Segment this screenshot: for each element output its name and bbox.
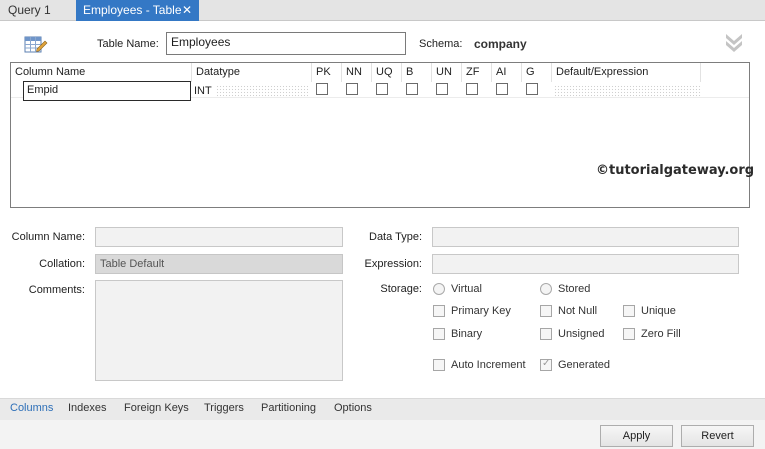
- comments-textarea[interactable]: [95, 280, 343, 381]
- column-header-b[interactable]: B: [402, 63, 432, 82]
- tab-partitioning[interactable]: Partitioning: [261, 402, 316, 414]
- tab-employees-table[interactable]: Employees - Table ✕: [76, 0, 199, 21]
- b-checkbox[interactable]: [406, 83, 418, 95]
- schema-label: Schema:: [419, 38, 463, 50]
- data-type-field[interactable]: [432, 227, 739, 247]
- column-header-nn[interactable]: NN: [342, 63, 372, 82]
- collation-label: Collation:: [39, 258, 85, 270]
- expression-label: Expression:: [364, 258, 422, 270]
- zero-fill-checkbox[interactable]: [623, 328, 635, 340]
- datatype-cell[interactable]: INT: [194, 85, 212, 97]
- collation-select[interactable]: Table Default: [95, 254, 343, 274]
- default-expression-cell[interactable]: [554, 85, 701, 97]
- close-icon[interactable]: ✕: [182, 0, 192, 21]
- storage-stored-label: Stored: [558, 283, 591, 295]
- column-header-uq[interactable]: UQ: [372, 63, 402, 82]
- tab-foreign-keys[interactable]: Foreign Keys: [124, 402, 189, 414]
- table-name-input[interactable]: Employees: [166, 32, 406, 55]
- un-checkbox[interactable]: [436, 83, 448, 95]
- storage-virtual-radio[interactable]: [433, 283, 445, 295]
- not-null-checkbox[interactable]: [540, 305, 552, 317]
- generated-checkbox[interactable]: [540, 358, 552, 371]
- ai-checkbox[interactable]: [496, 83, 508, 95]
- columns-grid[interactable]: Column Name Datatype PK NN UQ B UN ZF AI…: [10, 62, 754, 208]
- unique-label: Unique: [641, 305, 676, 317]
- zero-fill-label: Zero Fill: [641, 328, 681, 340]
- column-header-ai[interactable]: AI: [492, 63, 522, 82]
- column-header-datatype[interactable]: Datatype: [192, 63, 312, 82]
- generated-label: Generated: [558, 359, 610, 371]
- zf-checkbox[interactable]: [466, 83, 478, 95]
- column-header-name[interactable]: Column Name: [11, 63, 192, 82]
- pk-checkbox[interactable]: [316, 83, 328, 95]
- storage-stored-radio[interactable]: [540, 283, 552, 295]
- bottom-tab-strip: [0, 398, 765, 420]
- unique-checkbox[interactable]: [623, 305, 635, 317]
- column-name-cell[interactable]: Empid: [23, 81, 191, 101]
- column-name-field[interactable]: [95, 227, 343, 247]
- primary-key-label: Primary Key: [451, 305, 511, 317]
- g-checkbox[interactable]: [526, 83, 538, 95]
- revert-button[interactable]: Revert: [681, 425, 754, 447]
- table-name-label: Table Name:: [97, 38, 159, 50]
- storage-label: Storage:: [380, 283, 422, 295]
- table-edit-icon: [23, 31, 49, 57]
- column-header-un[interactable]: UN: [432, 63, 462, 82]
- storage-virtual-label: Virtual: [451, 283, 482, 295]
- comments-label: Comments:: [28, 284, 85, 296]
- column-header-zf[interactable]: ZF: [462, 63, 492, 82]
- tab-columns[interactable]: Columns: [10, 402, 53, 414]
- watermark-text: ©tutorialgateway.org: [596, 163, 755, 178]
- expression-field[interactable]: [432, 254, 739, 274]
- binary-checkbox[interactable]: [433, 328, 445, 340]
- binary-label: Binary: [451, 328, 483, 340]
- not-null-label: Not Null: [558, 305, 598, 317]
- auto-increment-checkbox[interactable]: [433, 359, 445, 371]
- column-header-g[interactable]: G: [522, 63, 552, 82]
- schema-value: company: [474, 37, 527, 51]
- unsigned-label: Unsigned: [558, 328, 605, 340]
- tab-label: Employees - Table: [83, 3, 182, 17]
- uq-checkbox[interactable]: [376, 83, 388, 95]
- primary-key-checkbox[interactable]: [433, 305, 445, 317]
- nn-checkbox[interactable]: [346, 83, 358, 95]
- tab-options[interactable]: Options: [334, 402, 372, 414]
- double-chevron-down-icon[interactable]: [722, 30, 746, 54]
- tab-triggers[interactable]: Triggers: [204, 402, 244, 414]
- tab-indexes[interactable]: Indexes: [68, 402, 107, 414]
- data-type-label: Data Type:: [369, 231, 422, 243]
- tab-label: Query 1: [8, 3, 51, 17]
- datatype-cell-fill: [216, 85, 308, 97]
- column-name-label: Column Name:: [11, 231, 85, 243]
- unsigned-checkbox[interactable]: [540, 328, 552, 340]
- auto-increment-label: Auto Increment: [451, 359, 526, 371]
- tab-query-1[interactable]: Query 1: [0, 0, 75, 21]
- apply-button[interactable]: Apply: [600, 425, 673, 447]
- column-header-pk[interactable]: PK: [312, 63, 342, 82]
- column-header-default[interactable]: Default/Expression: [552, 63, 701, 82]
